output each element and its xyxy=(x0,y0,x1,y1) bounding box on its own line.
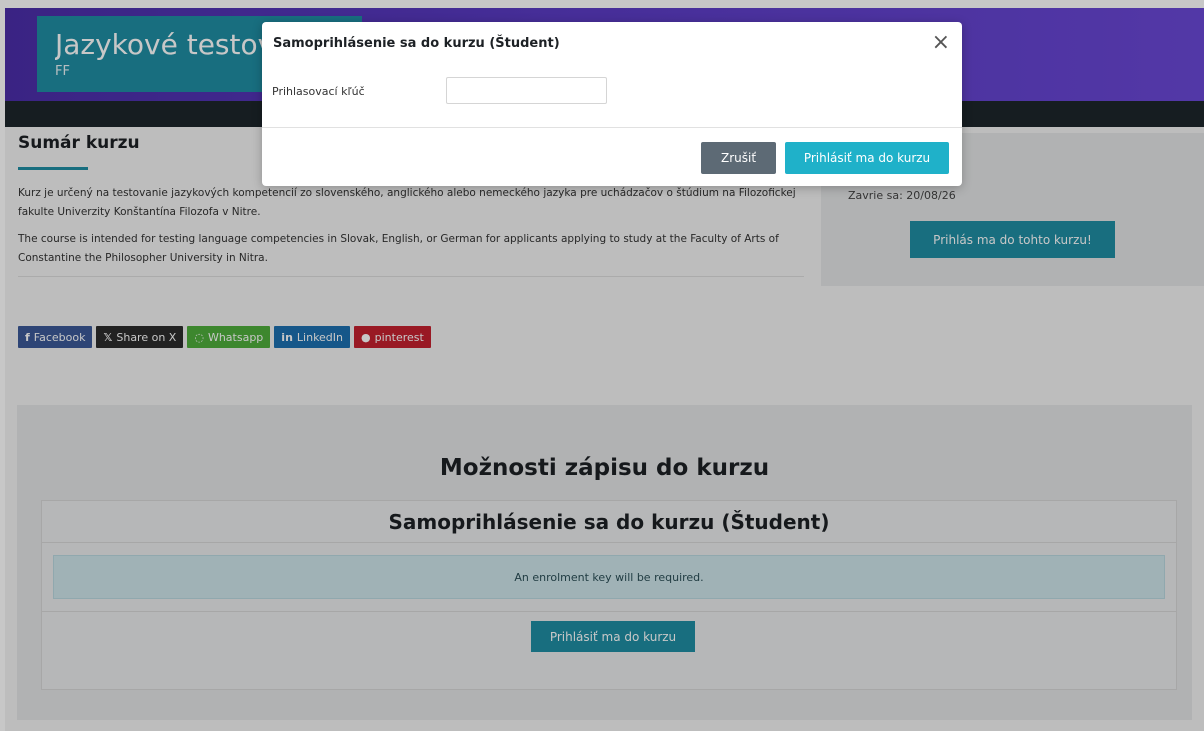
self-enrol-modal: Samoprihlásenie sa do kurzu (Študent) × … xyxy=(262,22,962,186)
close-icon[interactable]: × xyxy=(932,32,950,54)
modal-title: Samoprihlásenie sa do kurzu (Študent) xyxy=(273,36,560,51)
enrolment-key-input[interactable] xyxy=(446,77,607,104)
modal-footer: Zrušiť Prihlásiť ma do kurzu xyxy=(262,128,962,186)
modal-body: Prihlasovací kľúč xyxy=(262,66,962,128)
cancel-button[interactable]: Zrušiť xyxy=(701,142,776,174)
enrol-submit-button[interactable]: Prihlásiť ma do kurzu xyxy=(785,142,949,174)
enrolment-key-label: Prihlasovací kľúč xyxy=(272,85,365,98)
modal-header: Samoprihlásenie sa do kurzu (Študent) × xyxy=(262,22,962,66)
